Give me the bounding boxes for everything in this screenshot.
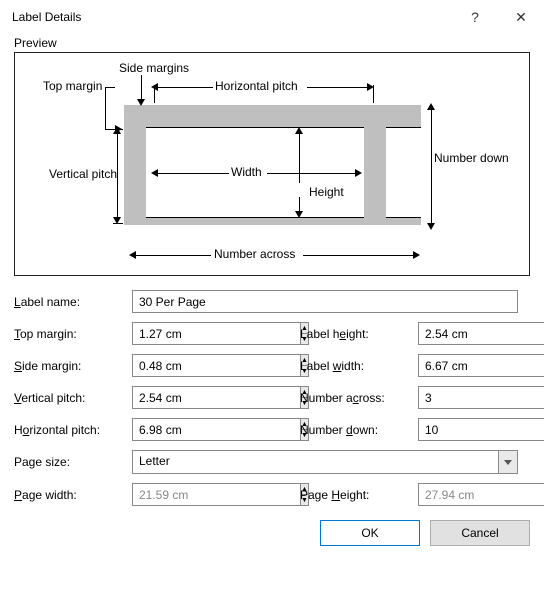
- diagram-height: Height: [309, 185, 344, 199]
- preview-legend: Preview: [14, 36, 530, 50]
- page-width-spinner: ▲▼: [132, 483, 266, 506]
- number-down-input[interactable]: [418, 418, 544, 441]
- side-margin-spinner[interactable]: ▲▼: [132, 354, 266, 377]
- top-margin-lbl: Top margin:: [14, 327, 132, 341]
- diagram-number-across: Number across: [214, 247, 295, 261]
- preview-box: Side margins Top margin Horizontal pitch…: [14, 52, 530, 276]
- window-title: Label Details: [12, 10, 452, 24]
- label-width-input[interactable]: [418, 354, 544, 377]
- diagram-side-margins: Side margins: [119, 61, 189, 75]
- side-margin-lbl: Side margin:: [14, 359, 132, 373]
- label-diagram: Side margins Top margin Horizontal pitch…: [39, 67, 528, 271]
- ok-button[interactable]: OK: [320, 520, 420, 546]
- number-down-lbl: Number down:: [300, 423, 418, 437]
- diagram-horizontal-pitch: Horizontal pitch: [215, 79, 298, 93]
- top-margin-input[interactable]: [132, 322, 300, 345]
- label-height-spinner[interactable]: ▲▼: [418, 322, 518, 345]
- horizontal-pitch-spinner[interactable]: ▲▼: [132, 418, 266, 441]
- vertical-pitch-spinner[interactable]: ▲▼: [132, 386, 266, 409]
- form-grid: Label name: Top margin: ▲▼ Label height:…: [14, 290, 530, 506]
- label-width-spinner[interactable]: ▲▼: [418, 354, 518, 377]
- number-across-input[interactable]: [418, 386, 544, 409]
- diagram-vertical-pitch: Vertical pitch: [49, 167, 117, 181]
- page-height-input: [418, 483, 544, 506]
- close-button[interactable]: ✕: [498, 0, 544, 34]
- horizontal-pitch-input[interactable]: [132, 418, 300, 441]
- number-across-spinner[interactable]: ▲▼: [418, 386, 518, 409]
- page-size-value: Letter: [132, 450, 498, 474]
- close-icon: ✕: [515, 9, 527, 26]
- page-size-select[interactable]: Letter: [132, 450, 518, 474]
- number-down-spinner[interactable]: ▲▼: [418, 418, 518, 441]
- label-height-input[interactable]: [418, 322, 544, 345]
- diagram-number-down: Number down: [434, 151, 509, 165]
- horizontal-pitch-lbl: Horizontal pitch:: [14, 423, 132, 437]
- page-height-lbl: Page Height:: [300, 488, 418, 502]
- label-height-lbl: Label height:: [300, 327, 418, 341]
- label-name-lbl: Label name:: [14, 295, 132, 309]
- label-width-lbl: Label width:: [300, 359, 418, 373]
- page-height-spinner: ▲▼: [418, 483, 518, 506]
- chevron-down-icon[interactable]: [498, 450, 518, 474]
- number-across-lbl: Number across:: [300, 391, 418, 405]
- top-margin-spinner[interactable]: ▲▼: [132, 322, 266, 345]
- cancel-button[interactable]: Cancel: [430, 520, 530, 546]
- label-name-input[interactable]: [132, 290, 518, 313]
- page-size-lbl: Page size:: [14, 455, 132, 469]
- titlebar: Label Details ? ✕: [0, 0, 544, 34]
- help-button[interactable]: ?: [452, 0, 498, 34]
- page-width-input: [132, 483, 300, 506]
- diagram-top-margin: Top margin: [43, 79, 102, 93]
- page-width-lbl: Page width:: [14, 488, 132, 502]
- help-icon: ?: [471, 9, 479, 25]
- vertical-pitch-lbl: Vertical pitch:: [14, 391, 132, 405]
- vertical-pitch-input[interactable]: [132, 386, 300, 409]
- side-margin-input[interactable]: [132, 354, 300, 377]
- dialog-buttons: OK Cancel: [14, 520, 530, 546]
- diagram-width: Width: [231, 165, 262, 179]
